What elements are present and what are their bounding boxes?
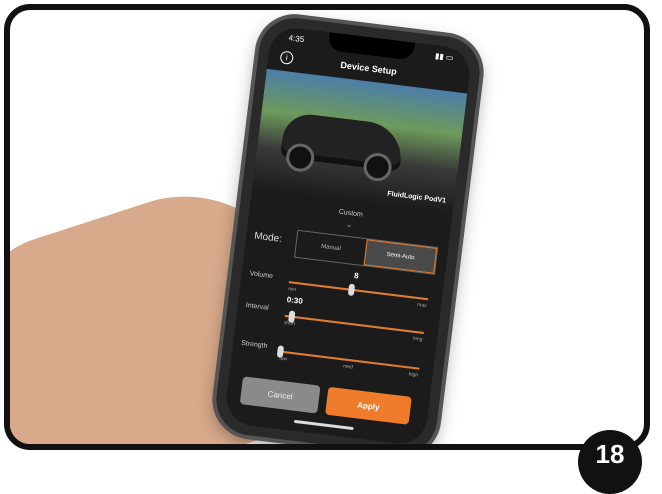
apply-button[interactable]: Apply [325,386,412,425]
volume-slider[interactable] [288,281,429,301]
status-time: 4:35 [288,33,305,45]
page-number-badge: 18 [578,430,642,494]
slider-knob[interactable] [347,283,356,297]
volume-min-label: min [287,286,297,294]
slider-fill [284,314,424,334]
battery-icon: ▮▮ ▭ [434,51,455,63]
strength-mid-label: med [342,363,354,371]
phone: 4:35 ▮▮ ▭ i Device Setup FluidLogic PodV… [212,14,484,444]
interval-label: Interval [245,302,269,312]
device-hero-image: FluidLogic PodV1 [252,68,468,213]
interval-max-label: long [412,335,423,343]
interval-slider[interactable] [284,310,424,334]
mode-label: Mode: [253,230,283,245]
interval-min-label: short [283,319,296,328]
slider-fill [288,281,429,301]
photo-frame: 4:35 ▮▮ ▭ i Device Setup FluidLogic PodV… [4,4,650,450]
cancel-button[interactable]: Cancel [239,376,321,414]
mode-option-manual[interactable]: Manual [295,231,367,265]
volume-max-label: max [416,301,427,310]
strength-label: Strength [240,339,268,350]
app-screen: 4:35 ▮▮ ▭ i Device Setup FluidLogic PodV… [223,25,473,444]
volume-value: 8 [353,271,360,281]
home-indicator [293,419,354,431]
mode-option-semi-auto[interactable]: Semi-Auto [363,239,438,274]
device-name: FluidLogic PodV1 [386,190,447,205]
interval-value: 0:30 [286,295,304,306]
volume-label: Volume [249,270,274,281]
strength-min-label: low [279,355,288,363]
strength-max-label: high [408,371,419,379]
